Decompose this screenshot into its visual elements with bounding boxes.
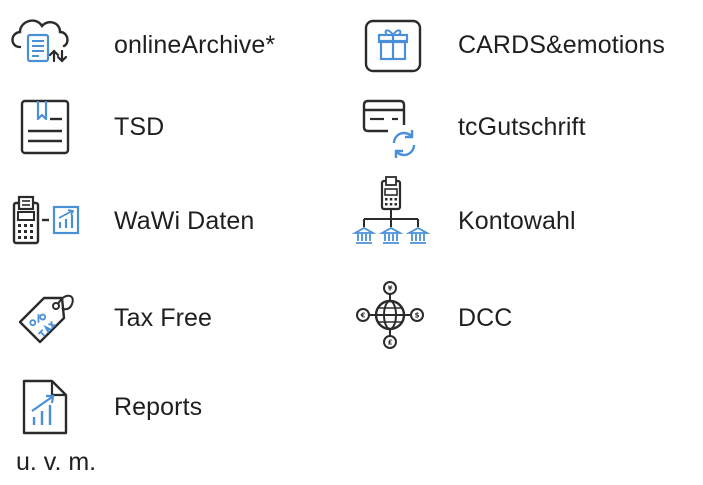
terminal-banks-icon [351, 176, 431, 253]
feature-reports-label: Reports [114, 392, 203, 421]
svg-text:$: $ [415, 312, 420, 320]
feature-online-archive: onlineArchive* [8, 13, 275, 77]
report-chart-icon [8, 375, 84, 439]
feature-dcc: ¥ £ € $ DCC [352, 281, 513, 350]
feature-kontowahl: Kontowahl [351, 176, 576, 253]
feature-reports: Reports [8, 375, 202, 439]
feature-tax-free: Tax Free [8, 286, 212, 350]
globe-currency-icon: ¥ £ € $ [352, 281, 428, 350]
gift-card-icon [352, 13, 428, 77]
svg-text:€: € [360, 312, 366, 320]
feature-wawi-daten: WaWi Daten [8, 189, 254, 253]
feature-kontowahl-label: Kontowahl [458, 206, 576, 235]
footer-more-text: u. v. m. [16, 448, 97, 476]
feature-tsd-label: TSD [114, 112, 165, 141]
card-refresh-icon [352, 95, 428, 159]
terminal-chart-icon [8, 189, 84, 253]
feature-dcc-label: DCC [458, 303, 513, 332]
feature-wawi-daten-label: WaWi Daten [114, 206, 255, 235]
tax-tag-icon [8, 286, 84, 350]
document-id-icon [8, 95, 84, 159]
svg-text:¥: ¥ [388, 285, 393, 293]
feature-cards-emotions-label: CARDS&emotions [458, 30, 666, 59]
feature-online-archive-label: onlineArchive* [114, 30, 276, 59]
cloud-receipt-icon [8, 13, 84, 77]
svg-text:£: £ [388, 339, 393, 347]
feature-tc-gutschrift: tcGutschrift [352, 95, 586, 159]
feature-tsd: TSD [8, 95, 164, 159]
feature-cards-emotions: CARDS&emotions [352, 13, 665, 77]
feature-tc-gutschrift-label: tcGutschrift [458, 112, 586, 141]
feature-tax-free-label: Tax Free [114, 303, 213, 332]
